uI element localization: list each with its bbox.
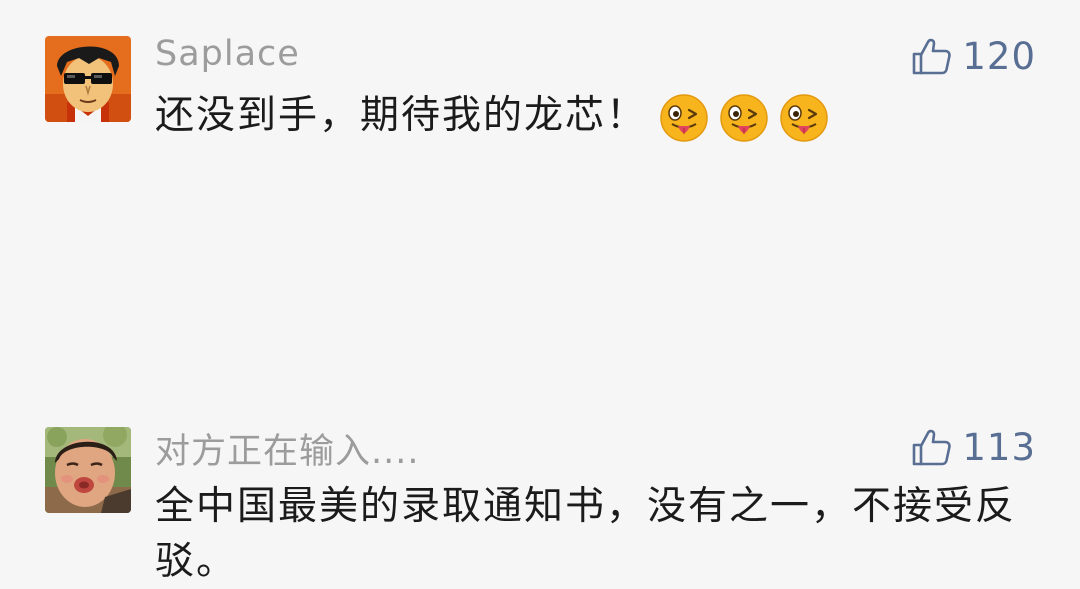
child-photo-avatar bbox=[45, 427, 131, 513]
comment-username[interactable]: Saplace bbox=[155, 34, 300, 74]
like-button[interactable]: 120 bbox=[910, 31, 1036, 81]
comment-text: 还没到手，期待我的龙芯！ bbox=[155, 88, 1035, 143]
cartoon-man-sunglasses-avatar bbox=[45, 36, 131, 122]
like-button[interactable]: 113 bbox=[910, 422, 1036, 472]
avatar[interactable] bbox=[45, 36, 131, 122]
avatar[interactable] bbox=[45, 427, 131, 513]
comment-item: 对方正在输入.... 113 全中国最美的录取通知书，没有之一，不接受反驳。 bbox=[0, 200, 1080, 584]
comment-item: Saplace 120 还没到手，期待我的龙芯！ bbox=[0, 0, 1080, 200]
emoji-row bbox=[659, 93, 829, 143]
comment-username[interactable]: 对方正在输入.... bbox=[155, 423, 420, 474]
tongue-wink-emoji bbox=[720, 93, 768, 142]
thumbs-up-outline-icon bbox=[913, 38, 952, 75]
like-count: 120 bbox=[962, 34, 1036, 78]
comment-body: 还没到手，期待我的龙芯！ bbox=[155, 93, 648, 138]
like-count: 113 bbox=[962, 425, 1036, 469]
thumbs-up-outline-icon bbox=[913, 429, 952, 466]
comment-text: 全中国最美的录取通知书，没有之一，不接受反驳。 bbox=[155, 484, 1017, 584]
tongue-wink-emoji bbox=[780, 93, 828, 142]
tongue-wink-emoji bbox=[660, 93, 708, 142]
